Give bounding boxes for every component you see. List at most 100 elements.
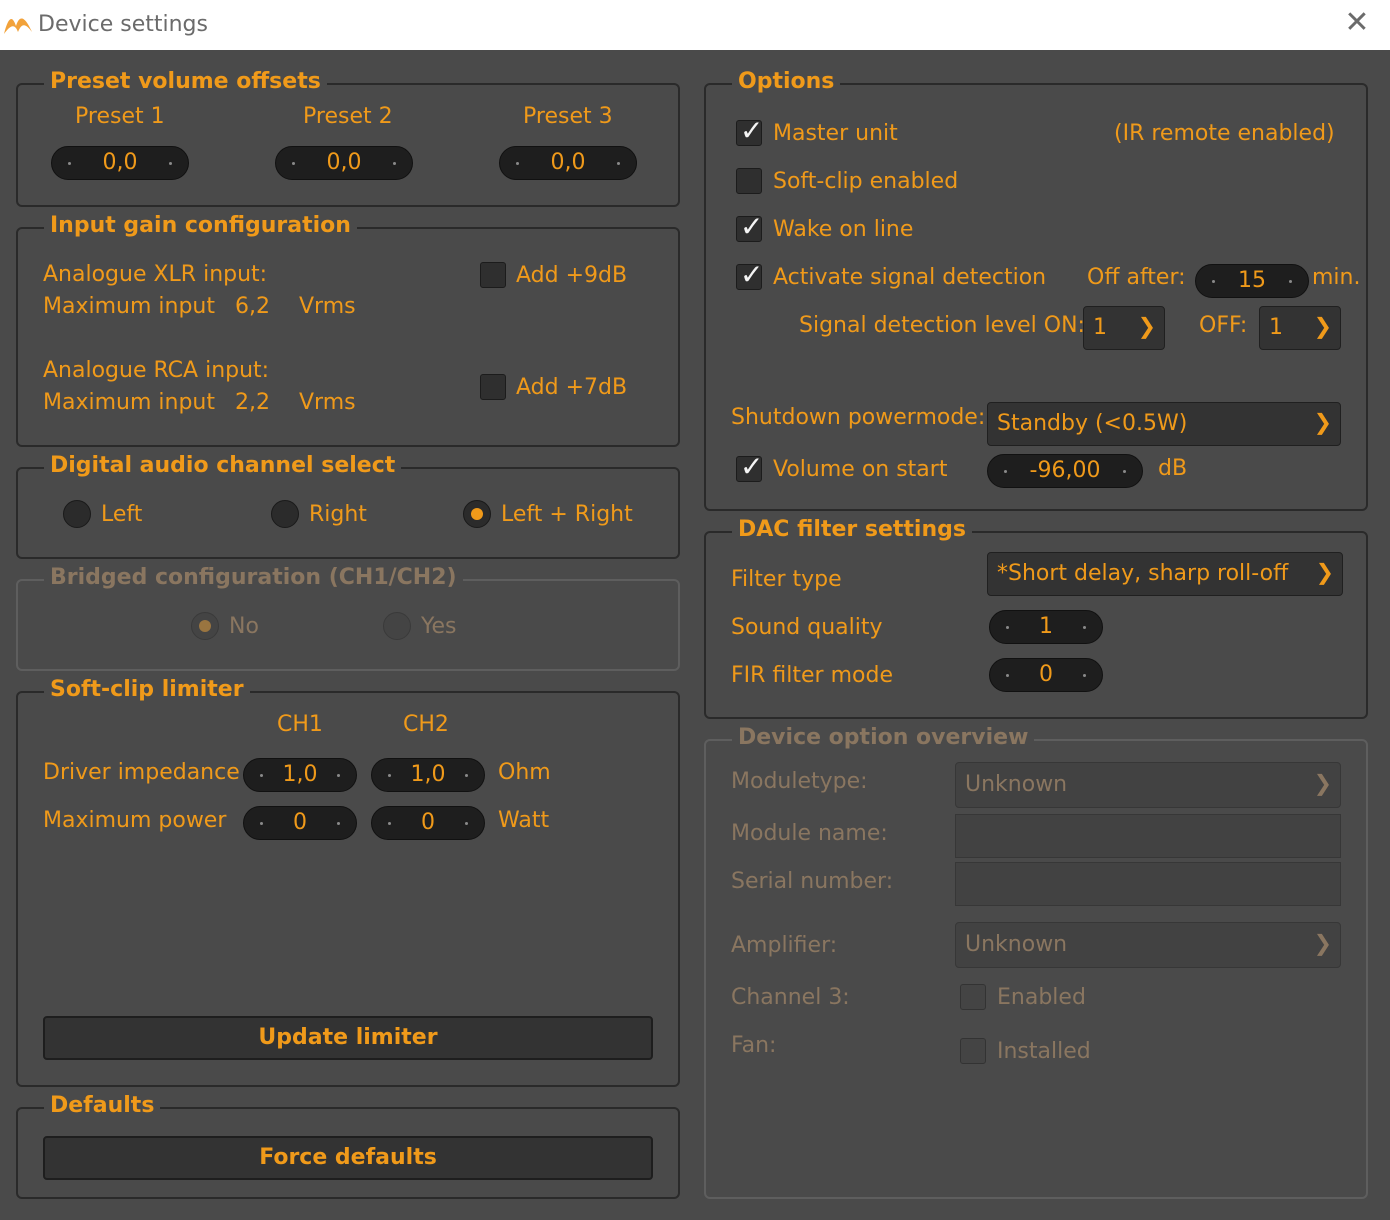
rca-add-label: Add +7dB (516, 375, 628, 400)
title-bar: Device settings ✕ (0, 0, 1390, 50)
volume-on-start-spinner[interactable]: -96,00 (987, 454, 1143, 488)
chevron-down-icon: ❯ (1313, 410, 1332, 436)
digital-right-radio[interactable] (271, 500, 299, 528)
impedance-ch2-spinner[interactable]: 1,0 (371, 758, 485, 792)
rca-max-value: 2,2 (235, 390, 270, 415)
volume-on-start-unit: dB (1158, 456, 1188, 481)
filter-type-select[interactable]: *Short delay, sharp roll-off ❯ (987, 552, 1343, 596)
moduletype-select[interactable]: Unknown ❯ (955, 762, 1341, 808)
bridged-group (16, 579, 680, 671)
preset-group-legend: Preset volume offsets (44, 69, 327, 94)
signal-on-label: Signal detection level ON: (799, 313, 1085, 338)
sound-quality-spinner[interactable]: 1 (989, 610, 1103, 644)
chevron-down-icon: ❯ (1137, 314, 1156, 340)
channel3-check-label: Enabled (997, 985, 1086, 1010)
power-unit: Watt (498, 808, 550, 833)
options-legend: Options (732, 69, 841, 94)
preset-1-label: Preset 1 (75, 104, 165, 129)
channel3-checkbox[interactable] (960, 984, 986, 1010)
impedance-ch1-spinner[interactable]: 1,0 (243, 758, 357, 792)
off-after-spinner[interactable]: 15 (1195, 264, 1309, 298)
chevron-down-icon: ❯ (1313, 931, 1332, 957)
power-label: Maximum power (43, 808, 227, 833)
softclip-enabled-label: Soft-clip enabled (773, 169, 959, 194)
dac-legend: DAC filter settings (732, 517, 972, 542)
off-after-label: Off after: (1087, 265, 1186, 290)
volume-on-start-checkbox[interactable]: ✓ (736, 451, 763, 483)
amplifier-label: Amplifier: (731, 933, 838, 958)
moduletype-label: Moduletype: (731, 769, 868, 794)
bridged-legend: Bridged configuration (CH1/CH2) (44, 565, 463, 590)
activate-signal-checkbox[interactable]: ✓ (736, 259, 763, 291)
rca-add-checkbox[interactable] (480, 374, 506, 400)
force-defaults-button[interactable]: Force defaults (43, 1136, 653, 1180)
fan-checkbox[interactable] (960, 1038, 986, 1064)
fan-check-label: Installed (997, 1039, 1091, 1064)
sound-quality-label: Sound quality (731, 615, 883, 640)
overview-legend: Device option overview (732, 725, 1035, 750)
window-title: Device settings (38, 12, 208, 37)
ch2-header: CH2 (403, 712, 449, 737)
digital-left-right-radio[interactable] (463, 500, 491, 528)
power-ch1-spinner[interactable]: 0 (243, 806, 357, 840)
bridged-yes-label: Yes (421, 614, 457, 639)
amplifier-select[interactable]: Unknown ❯ (955, 922, 1341, 968)
wake-on-line-label: Wake on line (773, 217, 914, 242)
chevron-down-icon: ❯ (1313, 771, 1332, 797)
preset-1-spinner[interactable]: 0,0 (51, 146, 189, 180)
digital-left-radio[interactable] (63, 500, 91, 528)
chevron-down-icon: ❯ (1315, 560, 1334, 586)
chevron-down-icon: ❯ (1313, 314, 1332, 340)
digital-right-label: Right (309, 502, 367, 527)
update-limiter-button[interactable]: Update limiter (43, 1016, 653, 1060)
preset-3-spinner[interactable]: 0,0 (499, 146, 637, 180)
master-unit-checkbox[interactable]: ✓ (736, 115, 763, 147)
fan-label: Fan: (731, 1033, 777, 1058)
signal-on-select[interactable]: 1 ❯ (1083, 306, 1165, 350)
digital-left-label: Left (101, 502, 143, 527)
preset-2-spinner[interactable]: 0,0 (275, 146, 413, 180)
xlr-add-label: Add +9dB (516, 263, 628, 288)
signal-off-select[interactable]: 1 ❯ (1259, 306, 1341, 350)
bridged-no-radio[interactable] (191, 612, 219, 640)
preset-group (16, 83, 680, 207)
activate-signal-label: Activate signal detection (773, 265, 1047, 290)
overview-group (704, 739, 1368, 1199)
fir-spinner[interactable]: 0 (989, 658, 1103, 692)
xlr-add-checkbox[interactable] (480, 262, 506, 288)
rca-unit: Vrms (299, 390, 356, 415)
impedance-label: Driver impedance (43, 760, 240, 785)
signal-off-label: OFF: (1199, 313, 1248, 338)
module-name-field[interactable] (955, 814, 1341, 858)
ch1-header: CH1 (277, 712, 323, 737)
xlr-max-label: Maximum input (43, 294, 215, 319)
shutdown-select[interactable]: Standby (<0.5W) ❯ (987, 402, 1341, 446)
xlr-title: Analogue XLR input: (43, 262, 268, 287)
wake-on-line-checkbox[interactable]: ✓ (736, 211, 763, 243)
softclip-legend: Soft-clip limiter (44, 677, 250, 702)
xlr-unit: Vrms (299, 294, 356, 319)
volume-on-start-label: Volume on start (773, 457, 948, 482)
preset-2-label: Preset 2 (303, 104, 393, 129)
rca-title: Analogue RCA input: (43, 358, 270, 383)
ir-note: (IR remote enabled) (1114, 121, 1335, 146)
filter-type-label: Filter type (731, 567, 842, 592)
power-ch2-spinner[interactable]: 0 (371, 806, 485, 840)
bridged-no-label: No (229, 614, 259, 639)
rca-max-label: Maximum input (43, 390, 215, 415)
preset-3-label: Preset 3 (523, 104, 613, 129)
master-unit-label: Master unit (773, 121, 898, 146)
app-logo-icon (4, 18, 32, 34)
impedance-unit: Ohm (498, 760, 551, 785)
input-gain-legend: Input gain configuration (44, 213, 357, 238)
digital-channel-legend: Digital audio channel select (44, 453, 402, 478)
defaults-legend: Defaults (44, 1093, 161, 1118)
softclip-enabled-checkbox[interactable] (736, 168, 762, 194)
digital-left-right-label: Left + Right (501, 502, 633, 527)
bridged-yes-radio[interactable] (383, 612, 411, 640)
shutdown-label: Shutdown powermode: (731, 405, 986, 430)
module-name-label: Module name: (731, 821, 888, 846)
close-icon[interactable]: ✕ (1340, 6, 1374, 40)
serial-number-field[interactable] (955, 862, 1341, 906)
fir-label: FIR filter mode (731, 663, 893, 688)
